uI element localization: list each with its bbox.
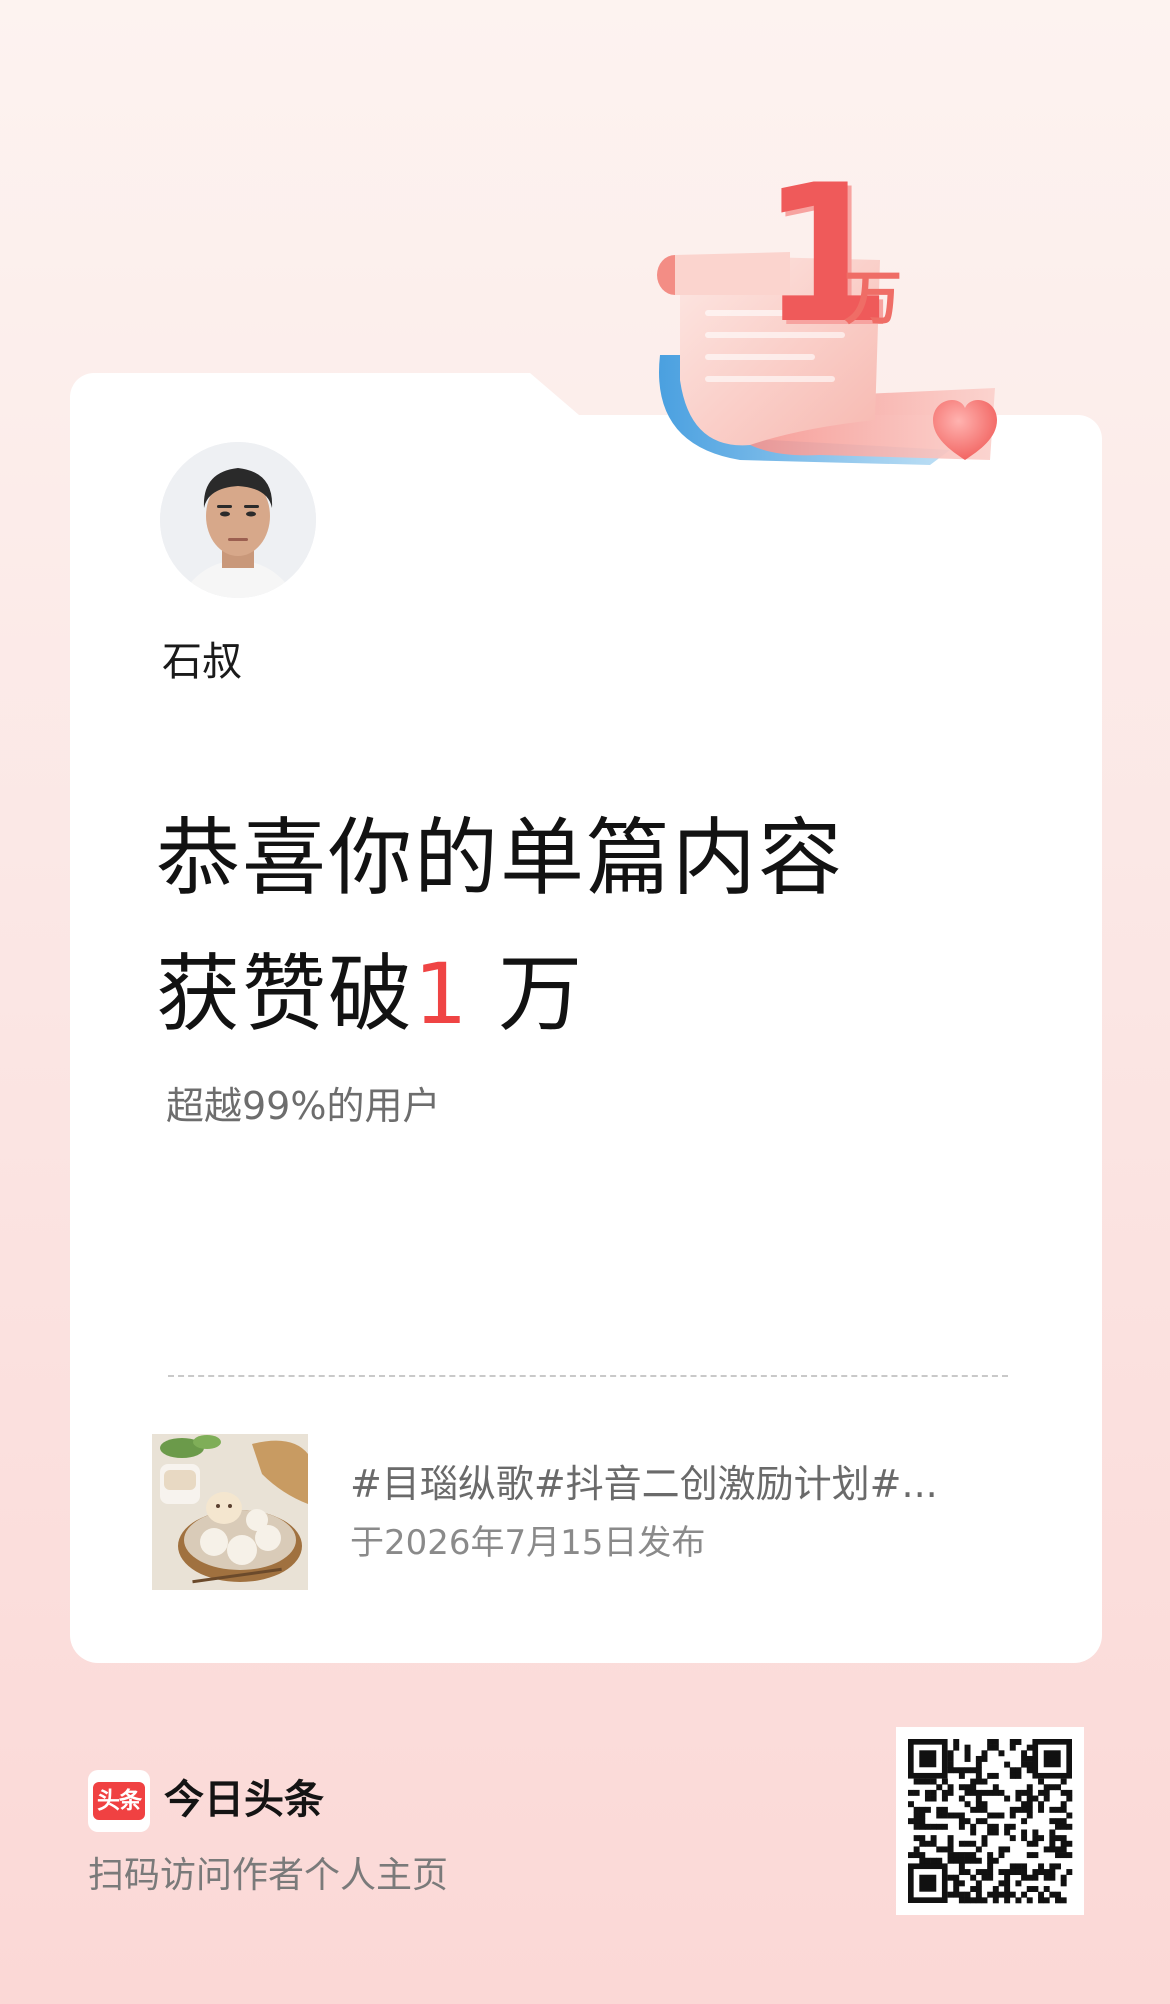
- dashed-divider: [168, 1375, 1008, 1377]
- headline-line-1: 恭喜你的单篇内容: [156, 809, 845, 907]
- headline-line-2: 获赞破1 万: [156, 926, 844, 1062]
- likes-badge-illustration: 1 万: [650, 160, 1030, 480]
- headline-line-2-prefix: 获赞破: [156, 945, 415, 1043]
- content-thumbnail[interactable]: [152, 1434, 308, 1590]
- qr-caption: 扫码访问作者个人主页: [88, 1855, 449, 1896]
- brand-name: 今日头条: [164, 1777, 324, 1823]
- headline-highlight-number: 1: [414, 945, 470, 1043]
- qr-code-image: [908, 1739, 1073, 1904]
- toutiao-logo-icon: 头条: [88, 1770, 150, 1832]
- headline-line-2-spacer: [469, 945, 498, 1043]
- author-avatar[interactable]: [160, 442, 316, 598]
- avatar-image: [160, 442, 316, 598]
- content-title[interactable]: #目瑙纵歌#抖音二创激励计划#...: [350, 1458, 970, 1510]
- author-name[interactable]: 石叔: [162, 634, 242, 690]
- qr-code[interactable]: [896, 1727, 1084, 1915]
- rank-subtext: 超越99%的用户: [166, 1084, 441, 1128]
- headline: 恭喜你的单篇内容 获赞破1 万: [156, 790, 844, 1062]
- thumbnail-image: [152, 1434, 308, 1590]
- badge-unit: 万: [844, 264, 903, 332]
- publish-date: 于2026年7月15日发布: [350, 1523, 706, 1563]
- logo-text: 头条: [93, 1782, 145, 1820]
- headline-line-2-suffix: 万: [498, 945, 585, 1043]
